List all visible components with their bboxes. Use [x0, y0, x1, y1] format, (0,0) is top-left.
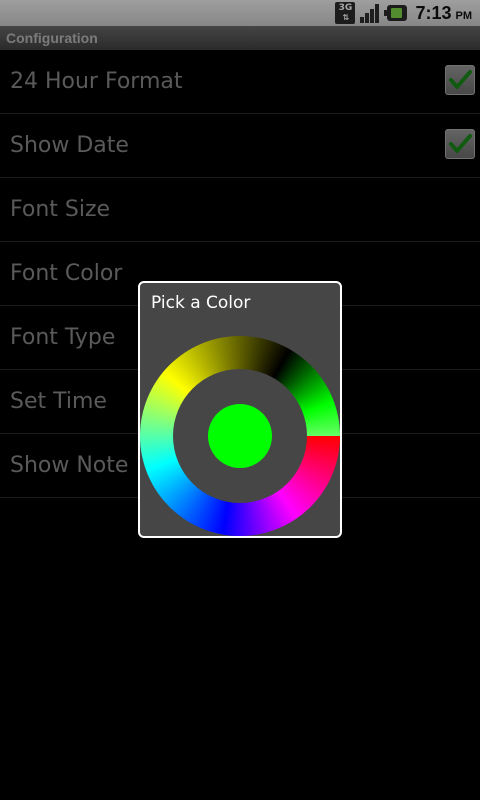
dialog-title: Pick a Color [151, 293, 251, 313]
color-picker-dialog: Pick a Color [138, 281, 342, 538]
selected-color-swatch[interactable] [208, 404, 272, 468]
